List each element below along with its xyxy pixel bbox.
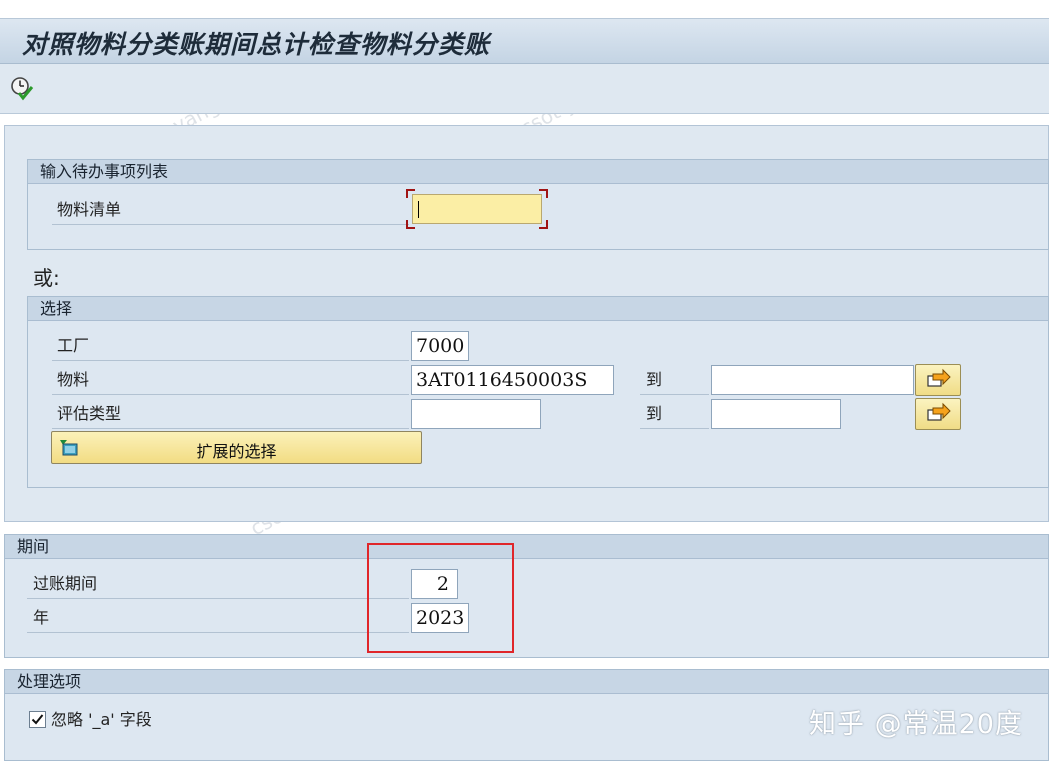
material-multiple-selection-button[interactable]: [915, 364, 961, 396]
valuation-type-from-input[interactable]: [411, 399, 541, 429]
extended-selection-label: 扩展的选择: [196, 442, 277, 461]
ignore-field-label: 忽略 '_a' 字段: [51, 710, 152, 729]
title-bar: 对照物料分类账期间总计检查物料分类账: [0, 18, 1049, 64]
label-underline: [640, 394, 709, 395]
material-list-label: 物料清单: [57, 200, 122, 219]
year-label: 年: [33, 608, 50, 627]
arrow-multiple-selection-icon: [927, 368, 951, 387]
focus-corner: [539, 220, 548, 229]
label-underline: [52, 428, 409, 429]
focus-corner: [539, 189, 548, 198]
arrow-multiple-selection-icon: [927, 402, 951, 421]
material-from-input[interactable]: 3AT0116450003S: [411, 365, 614, 395]
selection-group-title: 选择: [28, 297, 1048, 321]
material-label: 物料: [57, 370, 90, 389]
application-toolbar: [0, 64, 1049, 114]
ignore-field-checkbox[interactable]: [29, 711, 46, 728]
execute-clock-check-icon[interactable]: [9, 75, 35, 101]
worklist-group-title: 输入待办事项列表: [28, 160, 1048, 184]
extended-selection-button[interactable]: 扩展的选择: [51, 431, 422, 464]
valuation-type-multiple-selection-button[interactable]: [915, 398, 961, 430]
focus-corner: [406, 189, 415, 198]
valuation-type-to-label: 到: [646, 404, 663, 423]
highlight-annotation-box: [367, 543, 514, 653]
valuation-type-to-input[interactable]: [711, 399, 841, 429]
or-label: 或:: [33, 266, 60, 290]
focus-corner: [406, 220, 415, 229]
posting-period-label: 过账期间: [33, 574, 98, 593]
label-underline: [27, 598, 409, 599]
material-to-label: 到: [646, 370, 663, 389]
label-underline: [52, 224, 409, 225]
label-underline: [52, 394, 409, 395]
page-title: 对照物料分类账期间总计检查物料分类账: [22, 30, 491, 59]
zhihu-watermark: 知乎 @常温20度: [809, 709, 1023, 740]
checkmark-icon: [31, 714, 44, 725]
plant-input[interactable]: 7000: [411, 331, 469, 361]
material-list-input[interactable]: [412, 194, 542, 224]
text-cursor: [418, 201, 419, 218]
label-underline: [27, 632, 409, 633]
period-group: 期间: [4, 534, 1049, 658]
label-underline: [52, 360, 409, 361]
processing-options-title: 处理选项: [5, 670, 1048, 694]
material-to-input[interactable]: [711, 365, 914, 395]
plant-label: 工厂: [57, 336, 90, 355]
valuation-type-label: 评估类型: [57, 404, 122, 423]
period-group-title: 期间: [5, 535, 1048, 559]
label-underline: [640, 428, 709, 429]
